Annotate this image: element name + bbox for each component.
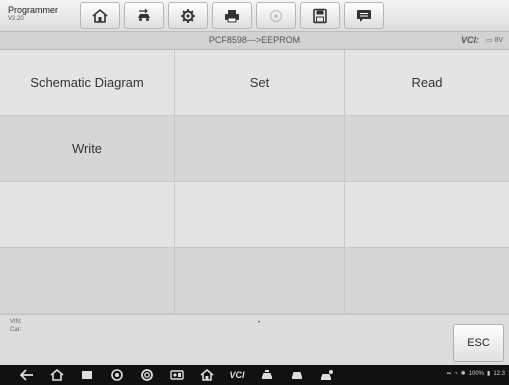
app-title: Programmer: [8, 5, 59, 15]
empty-cell: [345, 182, 509, 248]
help-icon: [269, 9, 283, 22]
empty-cell: [0, 248, 175, 314]
print-button[interactable]: [212, 2, 252, 29]
screen-record-button[interactable]: [162, 365, 192, 385]
vci-status-label: VCI:: [461, 35, 479, 45]
recent-apps-button[interactable]: [72, 365, 102, 385]
write-button[interactable]: Write: [0, 116, 175, 182]
house-icon: [200, 369, 214, 381]
recent-apps-icon: [82, 371, 92, 379]
bluetooth-icon: ✱: [460, 371, 466, 377]
car-icon: [292, 372, 302, 379]
battery-voltage: ▭ 8V: [486, 36, 503, 44]
message-icon: [357, 9, 371, 22]
path-bar: PCF8598--->EEPROM VCI: ▭ 8V: [0, 32, 509, 50]
empty-cell: [175, 116, 345, 182]
browser-button[interactable]: [102, 365, 132, 385]
maxisys-home-button[interactable]: [192, 365, 222, 385]
empty-cell: [345, 116, 509, 182]
home-icon: [50, 369, 64, 381]
empty-cell: [345, 248, 509, 314]
system-navigation-bar: VCI ▪▪ ◔ ✱ 100% ▮ 12:3: [0, 365, 509, 385]
car-user-icon: [321, 370, 333, 380]
function-grid: Schematic Diagram Set Read Write: [0, 50, 509, 314]
home-nav-button[interactable]: [42, 365, 72, 385]
wifi-icon: ◔: [453, 370, 458, 377]
browser-icon: [111, 369, 123, 381]
vin-label: VIN:: [10, 319, 22, 325]
back-arrow-icon: [20, 369, 33, 381]
settings-button[interactable]: [168, 2, 208, 29]
esc-button[interactable]: ESC: [453, 324, 504, 362]
help-button[interactable]: [256, 2, 296, 29]
notification-icon: ▪▪: [446, 370, 451, 377]
info-indicator-dot: •: [258, 320, 261, 326]
clock-time: 12:3: [493, 370, 505, 377]
battery-percentage: 100%: [468, 370, 484, 377]
vehicle-swap-button[interactable]: [124, 2, 164, 29]
camera-button[interactable]: [132, 365, 162, 385]
breadcrumb-path: PCF8598--->EEPROM: [208, 35, 301, 45]
empty-cell: [175, 182, 345, 248]
toolbar-buttons: [80, 2, 388, 29]
battery-icon: ▮: [487, 371, 491, 377]
status-area: ▪▪ ◔ ✱ 100% ▮ 12:3: [446, 370, 505, 378]
app-version: V2.20: [8, 16, 24, 22]
vci-button[interactable]: VCI: [222, 365, 252, 385]
camera-icon: [141, 369, 153, 381]
message-button[interactable]: [344, 2, 384, 29]
diagnostics-button[interactable]: [252, 365, 282, 385]
car-label: Car:: [10, 327, 22, 333]
save-button[interactable]: [300, 2, 340, 29]
battery-voltage-value: 8V: [494, 37, 503, 44]
home-button[interactable]: [80, 2, 120, 29]
battery-icon: ▭: [485, 37, 493, 44]
back-button[interactable]: [12, 365, 42, 385]
empty-cell: [0, 182, 175, 248]
vehicle-swap-icon: [138, 8, 150, 21]
schematic-diagram-button[interactable]: Schematic Diagram: [0, 50, 175, 116]
home-icon: [92, 8, 108, 23]
printer-icon: [225, 9, 239, 22]
service-button[interactable]: [282, 365, 312, 385]
screen-record-icon: [170, 370, 184, 380]
vehicle-info-bar: VIN: Car: • ESC: [0, 314, 509, 365]
shop-manager-button[interactable]: [312, 365, 342, 385]
read-button[interactable]: Read: [345, 50, 509, 116]
empty-cell: [175, 248, 345, 314]
top-toolbar: Programmer V2.20: [0, 0, 509, 32]
save-icon: [313, 8, 327, 23]
set-button[interactable]: Set: [175, 50, 345, 116]
vci-nav-label: VCI: [229, 370, 245, 380]
settings-gear-icon: [181, 8, 195, 23]
car-diagnostics-icon: [262, 370, 272, 379]
